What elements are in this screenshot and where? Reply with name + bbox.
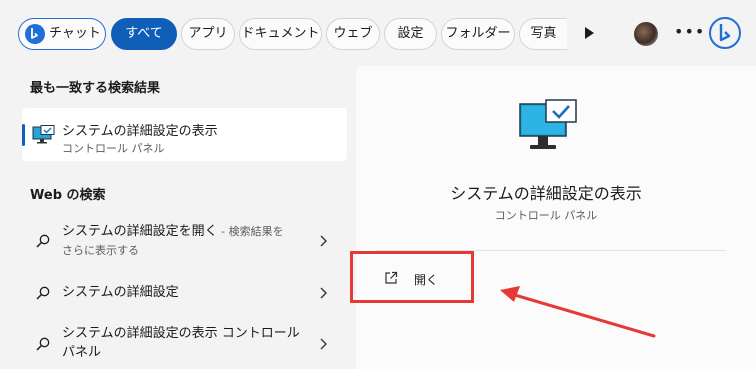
chip-settings-label: 設定 <box>397 26 424 41</box>
chip-settings[interactable]: 設定 <box>384 18 437 50</box>
detail-title: システムの詳細設定の表示 <box>450 184 642 203</box>
monitor-check-icon <box>519 99 577 149</box>
web-result-text: システムの詳細設定 <box>62 283 312 302</box>
chevron-right-icon <box>320 235 327 247</box>
chip-web-label: ウェブ <box>333 26 373 41</box>
web-result-line2: さらに表示する <box>62 244 139 257</box>
chip-apps-label: アプリ <box>188 26 228 41</box>
web-result-item[interactable]: システムの詳細設定を開く - 検索結果を さらに表示する <box>22 218 347 264</box>
chip-folders[interactable]: フォルダー <box>441 18 515 50</box>
highlight-box <box>350 251 474 303</box>
chevron-right-icon <box>320 287 327 299</box>
search-filter-bar: チャット すべて アプリ ドキュメント ウェブ 設定 フォルダー 写真 ••• <box>0 0 756 68</box>
arrow-icon <box>500 286 656 338</box>
bing-icon[interactable] <box>708 16 742 50</box>
web-result-line2: パネル <box>62 345 102 360</box>
monitor-check-icon <box>32 125 55 144</box>
best-match-item[interactable]: システムの詳細設定の表示 コントロール パネル <box>22 108 347 161</box>
chip-documents[interactable]: ドキュメント <box>239 18 322 50</box>
web-result-text: システムの詳細設定の表示 コントロール パネル <box>62 324 312 362</box>
search-icon <box>36 234 50 248</box>
results-list: 最も一致する検索結果 システムの詳細設定の表示 コントロール パネル Web の… <box>0 68 356 369</box>
web-result-item[interactable]: システムの詳細設定の表示 コントロール パネル <box>22 321 347 367</box>
chip-photos[interactable]: 写真 <box>519 18 567 50</box>
best-match-title: システムの詳細設定の表示 <box>62 124 218 139</box>
web-result-item[interactable]: システムの詳細設定 <box>22 278 347 308</box>
web-result-main: システムの詳細設定 <box>62 285 179 300</box>
best-match-heading: 最も一致する検索結果 <box>30 81 161 96</box>
web-result-main: システムの詳細設定の表示 コントロール <box>62 326 300 341</box>
chip-apps[interactable]: アプリ <box>181 18 235 50</box>
chip-documents-label: ドキュメント <box>241 26 320 41</box>
selection-indicator <box>22 124 25 146</box>
web-search-heading: Web の検索 <box>30 188 106 203</box>
chip-photos-label: 写真 <box>530 26 557 41</box>
detail-subtitle: コントロール パネル <box>494 209 598 222</box>
search-icon <box>36 286 50 300</box>
chip-chat[interactable]: チャット <box>18 18 106 50</box>
bing-chat-icon <box>25 24 45 44</box>
chip-folders-label: フォルダー <box>445 26 511 41</box>
play-right-icon[interactable] <box>583 26 595 40</box>
avatar[interactable] <box>634 22 658 46</box>
chevron-right-icon <box>320 338 327 350</box>
chip-all-label: すべて <box>125 26 163 41</box>
web-result-minor: - 検索結果を <box>217 225 284 238</box>
web-result-main: システムの詳細設定を開く <box>62 224 218 239</box>
more-options-icon[interactable]: ••• <box>674 22 705 41</box>
best-match-subtitle: コントロール パネル <box>62 142 165 155</box>
chip-chat-label: チャット <box>49 26 101 41</box>
search-icon <box>36 337 50 351</box>
chip-web[interactable]: ウェブ <box>326 18 380 50</box>
chip-all[interactable]: すべて <box>111 18 177 50</box>
web-result-text: システムの詳細設定を開く - 検索結果を さらに表示する <box>62 222 312 260</box>
